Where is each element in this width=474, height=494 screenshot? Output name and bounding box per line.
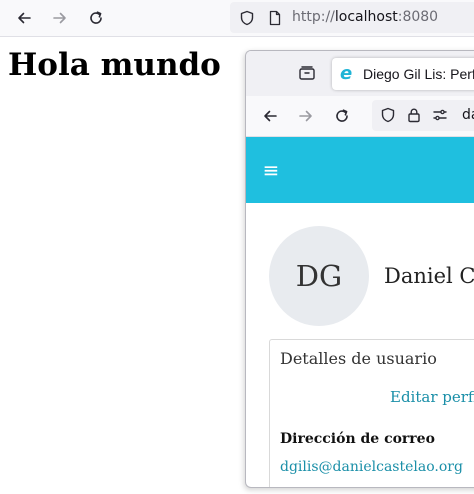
browser-toolbar: http://localhost:8080 — [0, 0, 474, 37]
popup-reload-button[interactable] — [328, 102, 356, 130]
arrow-right-icon — [53, 12, 66, 24]
address-bar[interactable]: http://localhost:8080 — [230, 2, 474, 33]
shield-icon — [380, 107, 396, 123]
lock-icon — [406, 107, 422, 123]
popup-tab-bar: e Diego Gil Lis: Perfil — [246, 51, 474, 96]
avatar: DG — [269, 226, 369, 326]
popup-window: e Diego Gil Lis: Perfil d ≡ DG Daniel C … — [245, 50, 474, 488]
arrow-right-icon — [299, 110, 312, 122]
edit-profile-link[interactable]: Editar perfil — [390, 386, 474, 408]
app-header: ≡ — [246, 137, 474, 203]
tab-overview-icon — [299, 66, 315, 80]
popup-back-button[interactable] — [256, 102, 284, 130]
reload-icon — [90, 11, 102, 24]
url-port: :8080 — [397, 9, 439, 25]
popup-navigation-bar: danielcastelao.org — [246, 96, 474, 137]
reload-button[interactable] — [82, 4, 110, 32]
email-link[interactable]: dgilis@danielcastelao.org — [280, 457, 463, 477]
popup-address-bar-url: danielcastelao.org — [462, 107, 474, 123]
hamburger-menu-icon[interactable]: ≡ — [260, 159, 282, 181]
popup-forward-button[interactable] — [292, 102, 320, 130]
email-label: Dirección de correo — [280, 431, 435, 447]
url-scheme: http:// — [292, 9, 335, 25]
page-icon — [269, 10, 281, 26]
card-title: Detalles de usuario — [280, 349, 437, 368]
user-details-card: Detalles de usuario Editar perfil Direcc… — [269, 339, 474, 487]
reload-icon — [336, 109, 348, 122]
popup-tab[interactable]: e Diego Gil Lis: Perfil — [332, 58, 474, 90]
forward-button[interactable] — [46, 4, 74, 32]
tab-title: Diego Gil Lis: Perfil — [363, 66, 474, 82]
page-heading: Hola mundo — [8, 47, 221, 83]
url-host: localhost — [334, 9, 398, 25]
popup-address-bar[interactable]: danielcastelao.org — [372, 100, 474, 131]
shield-icon — [240, 10, 254, 26]
profile-name: Daniel Castelao — [384, 264, 474, 288]
arrow-left-icon — [18, 12, 31, 24]
avatar-initials: DG — [295, 259, 343, 293]
back-button[interactable] — [10, 4, 38, 32]
arrow-left-icon — [264, 110, 277, 122]
site-favicon-icon: e — [340, 63, 353, 84]
permissions-icon — [432, 107, 448, 123]
tab-overview-button[interactable] — [295, 61, 319, 85]
address-bar-url: http://localhost:8080 — [292, 2, 438, 33]
